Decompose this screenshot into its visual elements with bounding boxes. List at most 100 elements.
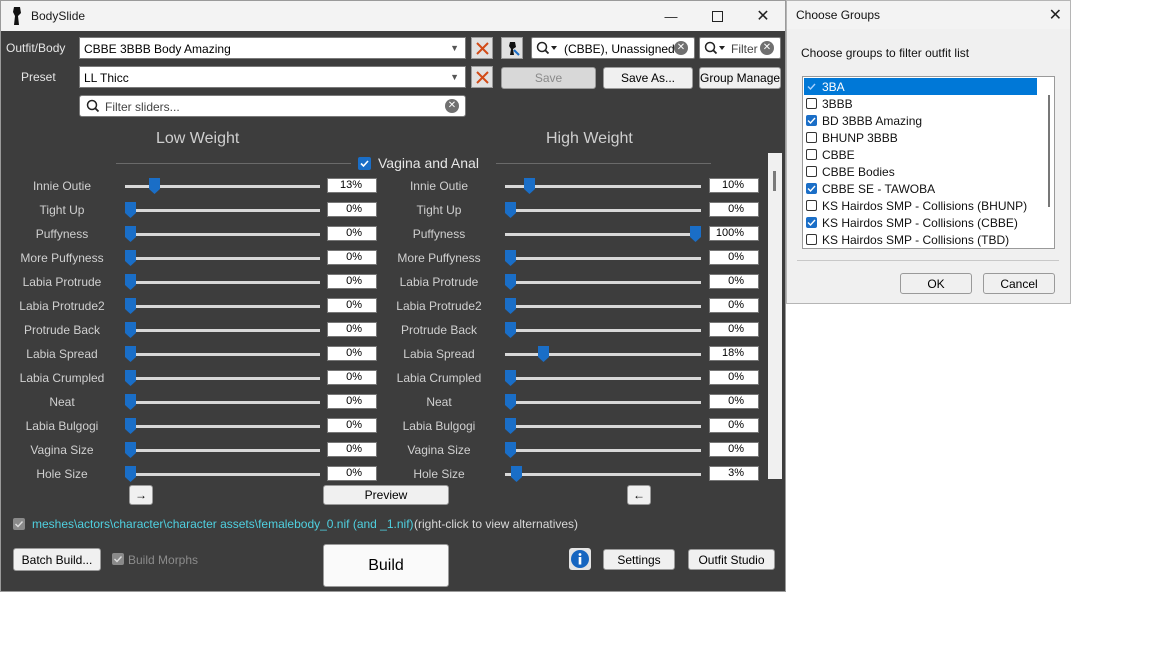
- slider-value-high[interactable]: 0%: [709, 370, 759, 385]
- group-list-item[interactable]: 3BA: [804, 78, 1037, 95]
- slider-thumb-high[interactable]: [505, 394, 516, 410]
- group-filter-field[interactable]: (CBBE), Unassigned ✕: [531, 37, 695, 59]
- slider-track-low[interactable]: [125, 305, 320, 308]
- preview-button[interactable]: Preview: [323, 485, 449, 505]
- slider-track-low[interactable]: [125, 473, 320, 476]
- slider-value-low[interactable]: 0%: [327, 394, 377, 409]
- info-button[interactable]: [569, 548, 591, 570]
- group-checkbox[interactable]: [806, 217, 817, 228]
- group-list-item[interactable]: KS Hairdos SMP - Collisions (CBBE): [804, 214, 1037, 231]
- group-list-item[interactable]: CBBE Bodies: [804, 163, 1037, 180]
- slider-track-high[interactable]: [505, 425, 701, 428]
- slider-track-high[interactable]: [505, 305, 701, 308]
- scrollbar-thumb[interactable]: [773, 171, 776, 191]
- slider-track-high[interactable]: [505, 449, 701, 452]
- group-manager-button[interactable]: Group Manager: [699, 67, 781, 89]
- slider-value-high[interactable]: 0%: [709, 442, 759, 457]
- slider-thumb-low[interactable]: [125, 322, 136, 338]
- group-checkbox[interactable]: [806, 115, 817, 126]
- slider-track-low[interactable]: [125, 377, 320, 380]
- slider-thumb-high[interactable]: [690, 226, 701, 242]
- build-button[interactable]: Build: [323, 544, 449, 587]
- slider-track-high[interactable]: [505, 209, 701, 212]
- batch-build-button[interactable]: Batch Build...: [13, 548, 101, 571]
- preset-combo[interactable]: LL Thicc ▼: [79, 66, 466, 88]
- slider-track-high[interactable]: [505, 281, 701, 284]
- slider-thumb-high[interactable]: [505, 322, 516, 338]
- settings-button[interactable]: Settings: [603, 549, 675, 570]
- slider-thumb-high[interactable]: [510, 466, 522, 482]
- group-list-item[interactable]: BHUNP 3BBB: [804, 129, 1037, 146]
- slider-value-low[interactable]: 0%: [327, 466, 377, 481]
- slider-value-high[interactable]: 18%: [709, 346, 759, 361]
- slider-thumb-high[interactable]: [505, 418, 516, 434]
- slider-thumb-high[interactable]: [505, 250, 516, 266]
- slider-value-low[interactable]: 0%: [327, 322, 377, 337]
- ok-button[interactable]: OK: [900, 273, 972, 294]
- clear-icon[interactable]: ✕: [674, 41, 688, 55]
- slider-value-high[interactable]: 0%: [709, 202, 759, 217]
- slider-value-high[interactable]: 0%: [709, 322, 759, 337]
- slider-thumb-high[interactable]: [505, 442, 516, 458]
- group-list-item[interactable]: BD 3BBB Amazing: [804, 112, 1037, 129]
- slider-thumb-low[interactable]: [125, 346, 136, 362]
- minimize-icon[interactable]: —: [648, 1, 694, 31]
- group-list-item[interactable]: KS Hairdos SMP - Collisions (BHUNP): [804, 197, 1037, 214]
- slider-thumb-high[interactable]: [505, 298, 516, 314]
- slider-value-high[interactable]: 10%: [709, 178, 759, 193]
- outfit-studio-button[interactable]: Outfit Studio: [688, 549, 775, 570]
- slider-value-low[interactable]: 0%: [327, 250, 377, 265]
- slider-track-low[interactable]: [125, 425, 320, 428]
- slider-track-low[interactable]: [125, 257, 320, 260]
- slider-track-low[interactable]: [125, 449, 320, 452]
- group-checkbox[interactable]: [806, 149, 817, 160]
- clear-outfit-button[interactable]: [471, 37, 493, 59]
- clear-icon[interactable]: ✕: [445, 99, 459, 113]
- slider-track-high[interactable]: [505, 353, 701, 356]
- slider-track-low[interactable]: [125, 233, 320, 236]
- save-button[interactable]: Save: [501, 67, 596, 89]
- slider-thumb-high[interactable]: [505, 202, 516, 218]
- slider-thumb-low[interactable]: [125, 370, 136, 386]
- output-path[interactable]: meshes\actors\character\character assets…: [32, 517, 414, 531]
- slider-thumb-high[interactable]: [523, 178, 535, 194]
- slider-value-high[interactable]: 100%: [709, 226, 759, 241]
- slider-thumb-low[interactable]: [125, 202, 136, 218]
- slider-track-high[interactable]: [505, 473, 701, 476]
- slider-track-low[interactable]: [125, 401, 320, 404]
- group-checkbox[interactable]: [806, 166, 817, 177]
- slider-thumb-low[interactable]: [125, 298, 136, 314]
- slider-value-low[interactable]: 0%: [327, 226, 377, 241]
- group-list-item[interactable]: KS Hairdos SMP - Collisions (TBD): [804, 231, 1037, 248]
- slider-thumb-low[interactable]: [125, 250, 136, 266]
- outfit-combo[interactable]: CBBE 3BBB Body Amazing ▼: [79, 37, 466, 59]
- list-scrollbar[interactable]: [1048, 95, 1050, 207]
- slider-value-low[interactable]: 0%: [327, 346, 377, 361]
- copy-right-button[interactable]: →: [129, 485, 153, 505]
- slider-thumb-low[interactable]: [125, 226, 136, 242]
- cancel-button[interactable]: Cancel: [983, 273, 1055, 294]
- copy-left-button[interactable]: ←: [627, 485, 651, 505]
- slider-thumb-low[interactable]: [125, 466, 136, 482]
- slider-value-low[interactable]: 0%: [327, 274, 377, 289]
- slider-value-low[interactable]: 0%: [327, 418, 377, 433]
- slider-track-high[interactable]: [505, 401, 701, 404]
- build-morphs-checkbox[interactable]: [112, 553, 124, 565]
- slider-value-high[interactable]: 0%: [709, 394, 759, 409]
- slider-value-low[interactable]: 13%: [327, 178, 377, 193]
- close-icon[interactable]: ✕: [740, 1, 786, 31]
- slider-thumb-low[interactable]: [125, 442, 136, 458]
- group-list-item[interactable]: 3BBB: [804, 95, 1037, 112]
- slider-track-low[interactable]: [125, 281, 320, 284]
- maximize-icon[interactable]: [694, 1, 740, 31]
- close-icon[interactable]: ✕: [1049, 5, 1062, 25]
- slider-track-high[interactable]: [505, 257, 701, 260]
- group-checkbox[interactable]: [806, 183, 817, 194]
- slider-thumb-high[interactable]: [505, 274, 516, 290]
- slider-track-low[interactable]: [125, 329, 320, 332]
- slider-value-high[interactable]: 3%: [709, 466, 759, 481]
- slider-thumb-high[interactable]: [538, 346, 550, 362]
- group-filter-button[interactable]: [501, 37, 523, 59]
- slider-value-low[interactable]: 0%: [327, 442, 377, 457]
- group-checkbox[interactable]: [806, 200, 817, 211]
